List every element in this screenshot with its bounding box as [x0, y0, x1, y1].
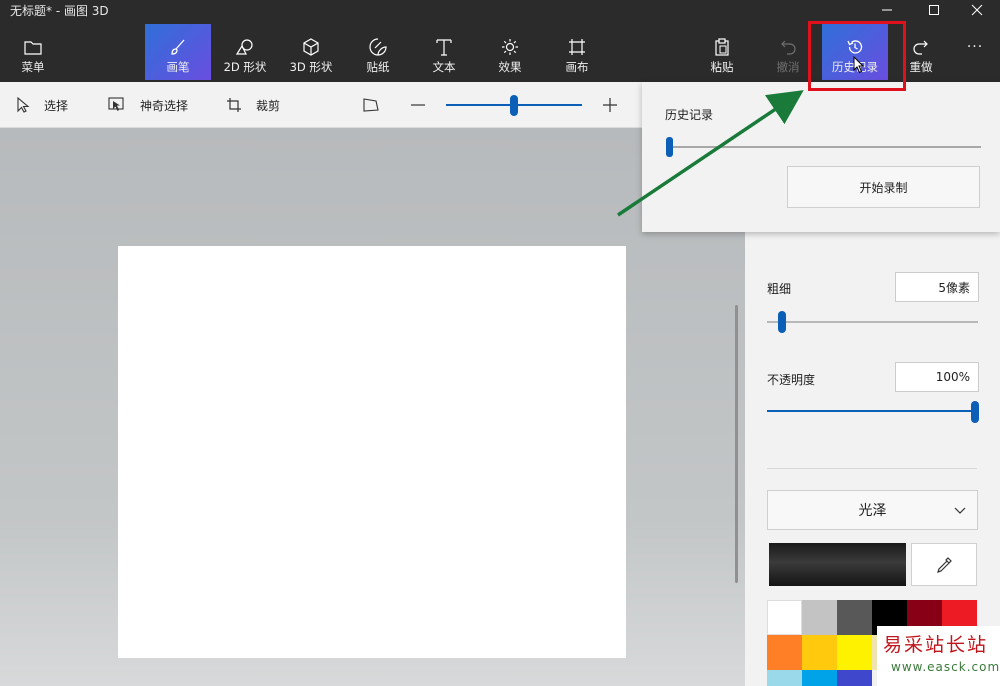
color-swatch[interactable] [802, 670, 837, 686]
text-tab[interactable]: 文本 [411, 24, 477, 80]
redo-icon [912, 38, 930, 56]
chevron-down-icon [954, 507, 966, 514]
eyedropper-icon [937, 556, 952, 573]
close-button[interactable] [954, 0, 1000, 20]
thickness-slider-track[interactable] [767, 321, 978, 323]
current-color-preview [769, 543, 906, 586]
sticker-icon [369, 38, 387, 56]
paste-button[interactable]: 粘贴 [689, 24, 755, 80]
crop-label: 裁剪 [256, 98, 281, 113]
magic-select-tool[interactable]: 神奇选择 [108, 82, 188, 128]
history-panel: 历史记录 开始录制 [642, 82, 1000, 232]
menu-label: 菜单 [21, 60, 45, 74]
divider [767, 468, 977, 469]
watermark: 易采站长站 www.easck.com [877, 626, 1000, 686]
color-swatch[interactable] [767, 670, 802, 686]
close-icon [971, 4, 983, 16]
color-swatch[interactable] [767, 635, 802, 670]
minimize-button[interactable] [864, 0, 910, 20]
crop-icon [227, 98, 241, 112]
opacity-slider-track[interactable] [767, 410, 975, 412]
brush-icon [169, 38, 187, 56]
magic-select-icon [108, 97, 124, 111]
opacity-slider-thumb[interactable] [971, 401, 979, 423]
view-3d-icon [363, 98, 379, 112]
maximize-icon [929, 5, 939, 15]
history-panel-title: 历史记录 [665, 108, 714, 122]
plus-icon [603, 98, 617, 112]
effects-label: 效果 [498, 60, 522, 74]
thickness-slider-thumb[interactable] [777, 311, 786, 333]
crop-tool[interactable]: 裁剪 [226, 82, 280, 128]
history-slider-track[interactable] [669, 146, 981, 148]
redo-label: 重做 [909, 60, 933, 74]
paste-label: 粘贴 [710, 60, 734, 74]
undo-icon [779, 38, 797, 56]
minimize-icon [882, 9, 892, 11]
sun-icon [501, 38, 519, 56]
folder-icon [24, 38, 42, 56]
cursor-arrow-icon [17, 97, 30, 113]
shapes-2d-tab[interactable]: 2D 形状 [212, 24, 278, 80]
view-3d-button[interactable] [362, 82, 380, 128]
opacity-field[interactable]: 100% [895, 362, 979, 392]
minus-icon [411, 104, 425, 106]
color-swatch[interactable] [802, 635, 837, 670]
brushes-tab[interactable]: 画笔 [145, 24, 211, 80]
color-swatch[interactable] [837, 635, 872, 670]
highlight-box [808, 21, 906, 91]
cube-icon [302, 38, 320, 56]
canvas-tab[interactable]: 画布 [544, 24, 610, 80]
maximize-button[interactable] [911, 0, 957, 20]
canvas-icon [568, 38, 586, 56]
finish-dropdown[interactable]: 光泽 [767, 490, 978, 530]
start-recording-button[interactable]: 开始录制 [787, 166, 980, 208]
color-swatch[interactable] [837, 670, 872, 686]
color-swatch[interactable] [837, 600, 872, 635]
select-tool[interactable]: 选择 [16, 82, 68, 128]
thickness-label: 粗细 [767, 282, 792, 296]
shapes-3d-label: 3D 形状 [289, 60, 333, 74]
more-button[interactable]: ··· [950, 24, 1000, 80]
thickness-field[interactable]: 5像素 [895, 272, 979, 302]
shapes-2d-icon [235, 38, 255, 56]
vertical-scrollbar[interactable] [735, 305, 738, 583]
menu-button[interactable]: 菜单 [0, 24, 66, 80]
eyedropper-button[interactable] [911, 543, 977, 586]
watermark-text: 易采站长站 [883, 634, 989, 656]
zoom-slider-thumb[interactable] [510, 95, 518, 116]
clipboard-icon [713, 38, 731, 56]
color-swatch[interactable] [802, 600, 837, 635]
text-label: 文本 [432, 60, 456, 74]
brushes-label: 画笔 [166, 60, 190, 74]
select-label: 选择 [44, 98, 69, 113]
finish-value: 光泽 [858, 503, 887, 519]
canvas-label: 画布 [565, 60, 589, 74]
more-icon: ··· [966, 39, 984, 55]
color-swatch[interactable] [767, 600, 802, 635]
text-icon [435, 38, 453, 56]
drawing-canvas[interactable] [118, 246, 626, 658]
shapes-3d-tab[interactable]: 3D 形状 [278, 24, 344, 80]
stickers-tab[interactable]: 贴纸 [345, 24, 411, 80]
watermark-url: www.easck.com [891, 660, 1000, 674]
shapes-2d-label: 2D 形状 [223, 60, 267, 74]
magic-select-label: 神奇选择 [140, 98, 189, 113]
zoom-out-button[interactable] [410, 82, 426, 128]
opacity-label: 不透明度 [767, 373, 816, 387]
window-title: 无标题* - 画图 3D [10, 4, 109, 18]
undo-label: 撤消 [776, 60, 800, 74]
effects-tab[interactable]: 效果 [477, 24, 543, 80]
stickers-label: 贴纸 [366, 60, 390, 74]
history-slider-thumb[interactable] [666, 137, 673, 157]
zoom-in-button[interactable] [602, 82, 618, 128]
